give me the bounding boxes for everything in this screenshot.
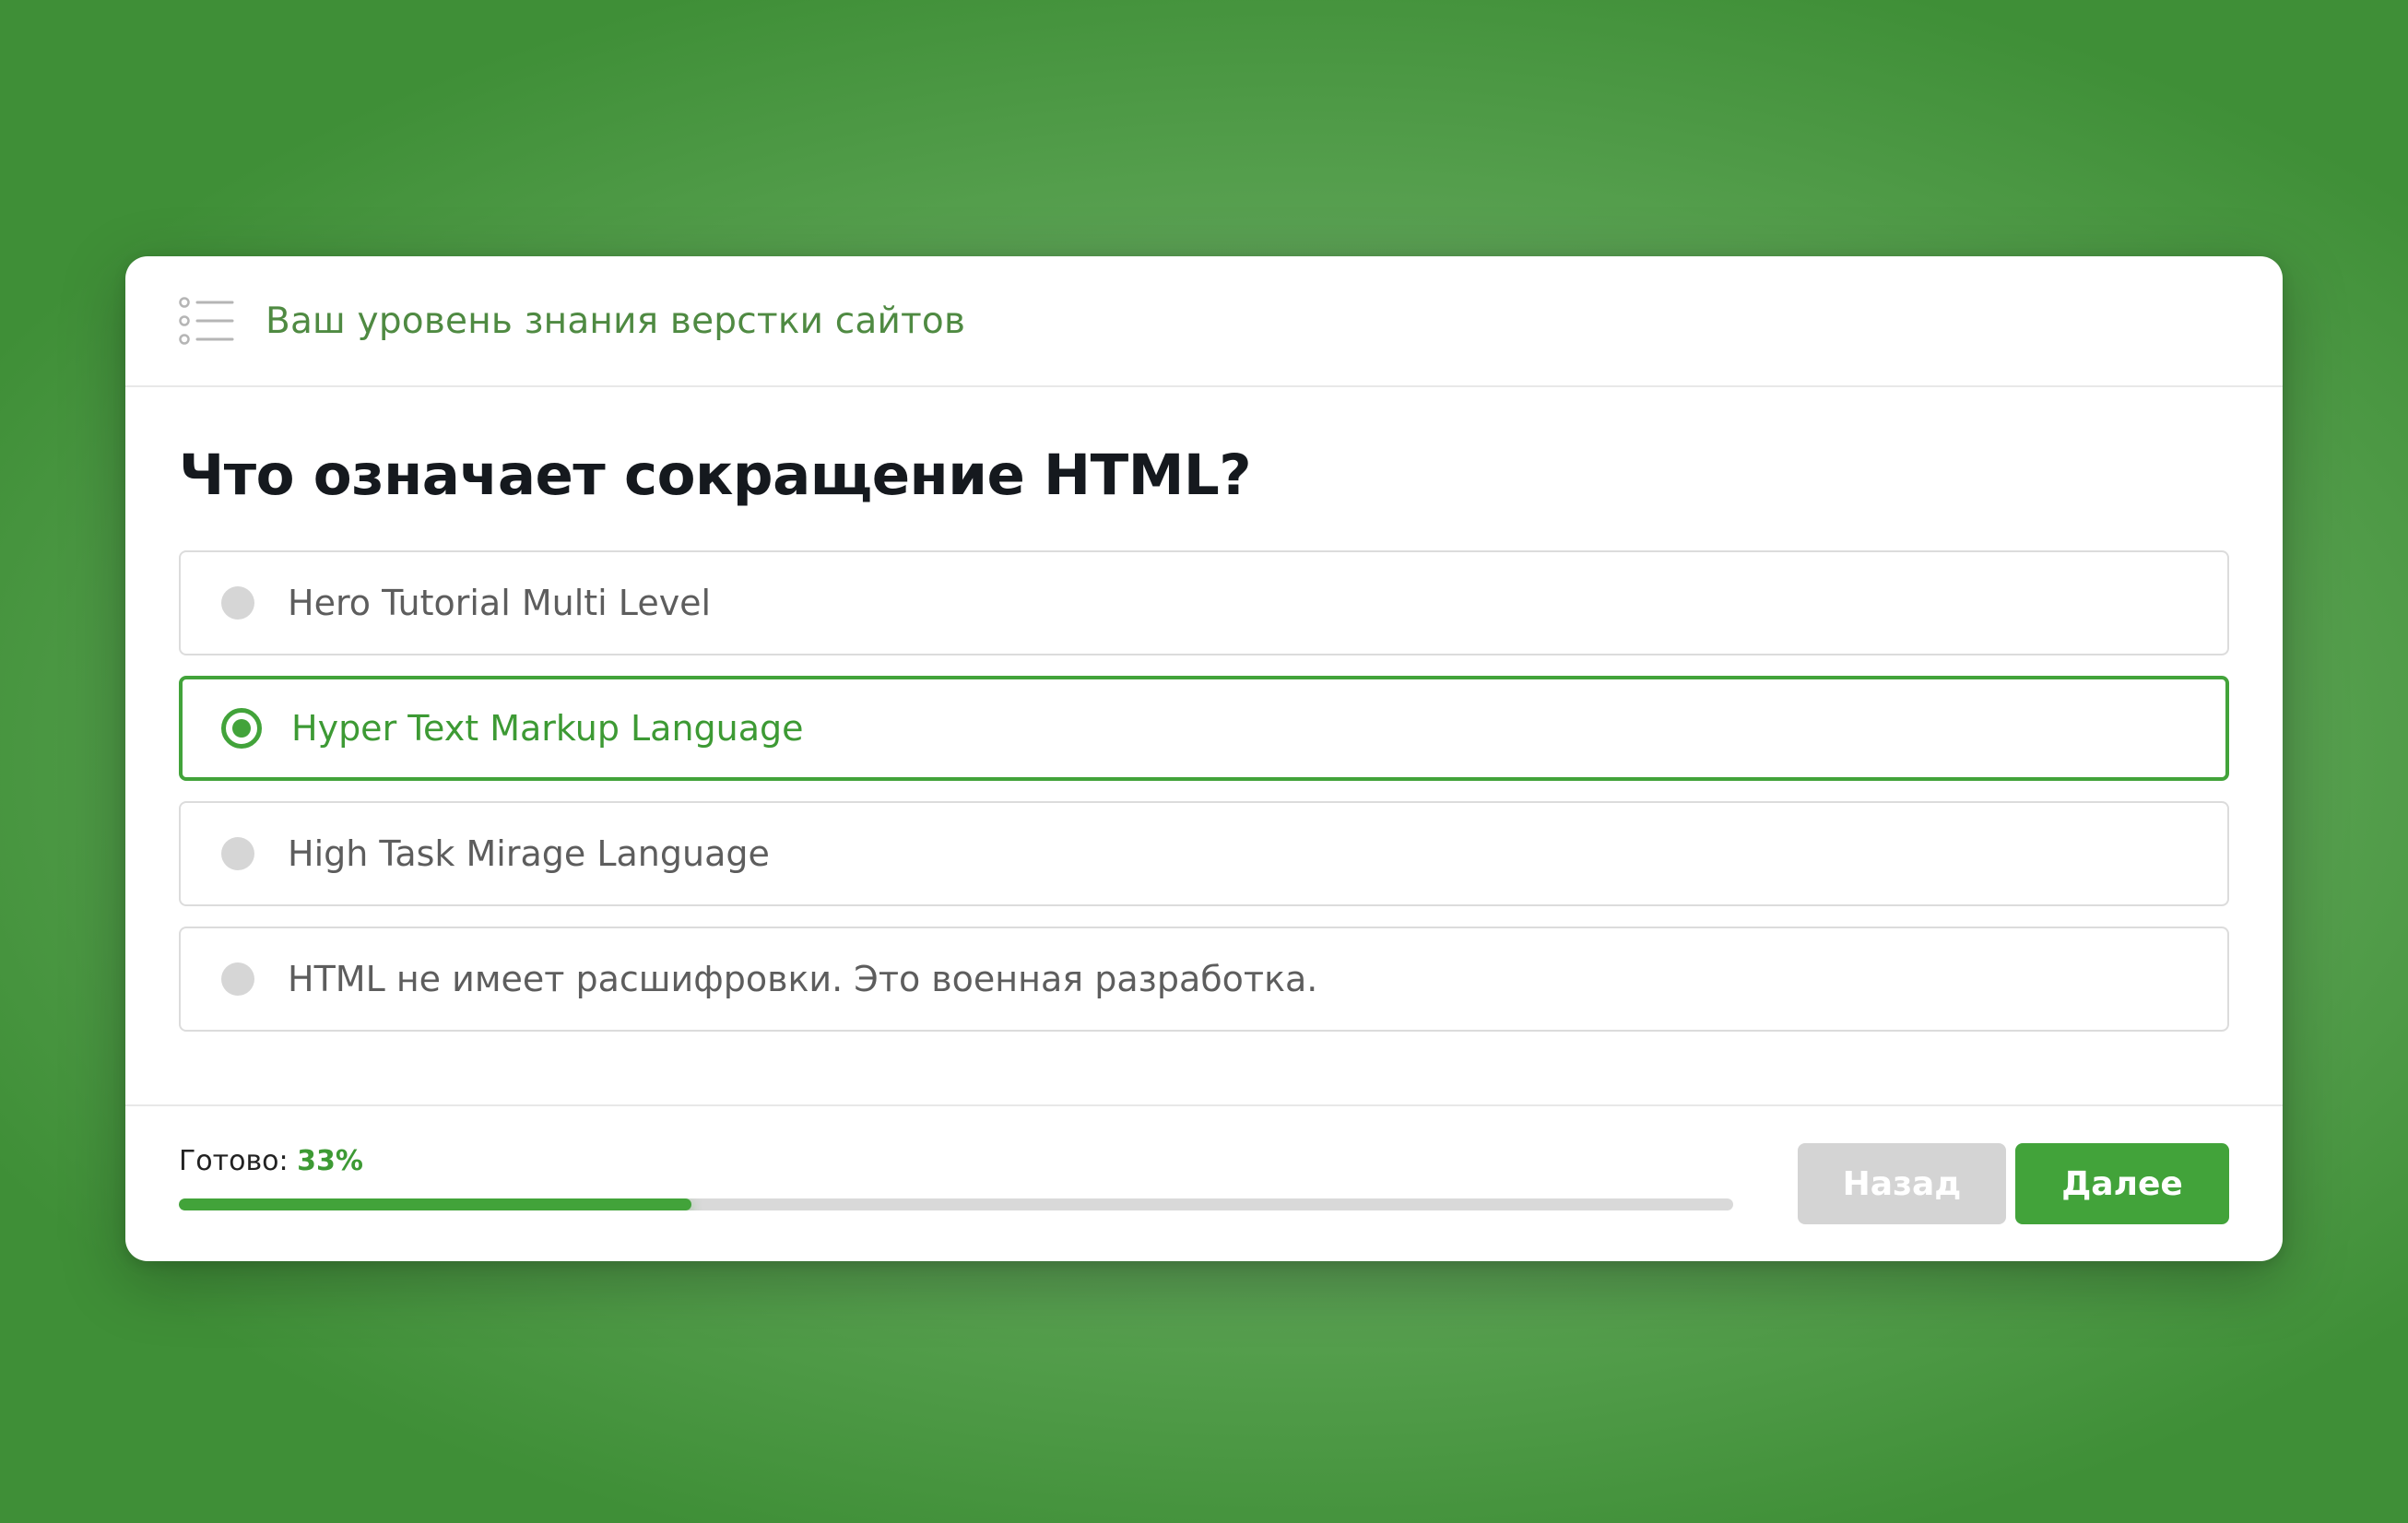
answer-option-1[interactable]: Hero Tutorial Multi Level — [179, 550, 2229, 655]
radio-button-checked[interactable] — [221, 708, 262, 749]
answer-option-4[interactable]: HTML не имеет расшифровки. Это военная р… — [179, 927, 2229, 1032]
quiz-title: Ваш уровень знания верстки сайтов — [266, 300, 966, 342]
list-icon — [179, 297, 234, 345]
radio-button[interactable] — [221, 962, 254, 996]
answer-option-3[interactable]: High Task Mirage Language — [179, 801, 2229, 906]
quiz-body: Что означает сокращение HTML? Hero Tutor… — [125, 387, 2283, 1032]
quiz-card: Ваш уровень знания верстки сайтов Что оз… — [125, 256, 2283, 1261]
progress-percent: 33% — [297, 1145, 363, 1177]
answer-label: HTML не имеет расшифровки. Это военная р… — [288, 959, 1318, 999]
progress-label: Готово: 33% — [179, 1145, 363, 1177]
radio-button[interactable] — [221, 837, 254, 870]
answer-option-2[interactable]: Hyper Text Markup Language — [179, 676, 2229, 781]
quiz-header: Ваш уровень знания верстки сайтов — [125, 256, 2283, 387]
progress-caption: Готово: — [179, 1145, 289, 1177]
answer-label: High Task Mirage Language — [288, 833, 770, 874]
radio-button[interactable] — [221, 586, 254, 620]
next-button[interactable]: Далее — [2015, 1143, 2229, 1224]
answer-label: Hyper Text Markup Language — [291, 708, 804, 749]
answer-options: Hero Tutorial Multi Level Hyper Text Mar… — [179, 550, 2229, 1032]
back-button[interactable]: Назад — [1798, 1143, 2006, 1224]
progress-bar-fill — [179, 1198, 692, 1210]
quiz-footer: Готово: 33% Назад Далее — [125, 1104, 2283, 1261]
progress-bar — [179, 1198, 1733, 1210]
question-text: Что означает сокращение HTML? — [179, 443, 1252, 508]
answer-label: Hero Tutorial Multi Level — [288, 583, 712, 623]
